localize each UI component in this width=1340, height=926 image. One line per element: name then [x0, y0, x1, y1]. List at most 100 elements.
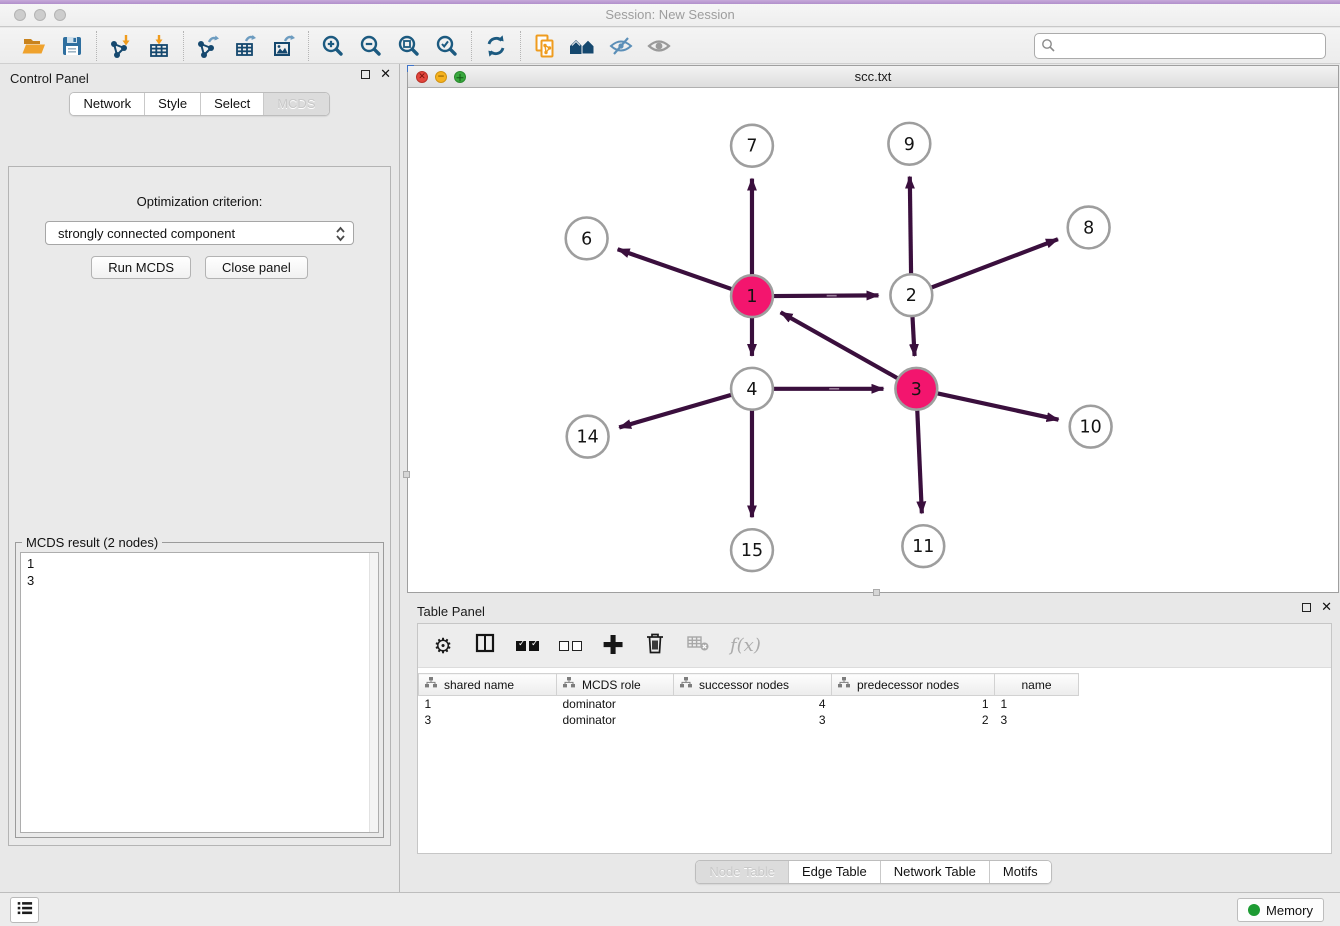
table-settings-button[interactable]: ⚙ — [432, 633, 454, 659]
export-table-button[interactable] — [231, 31, 261, 61]
deselect-all-button[interactable] — [559, 633, 582, 659]
tab-motifs[interactable]: Motifs — [989, 861, 1051, 883]
search-field — [1034, 33, 1326, 59]
main-toolbar — [0, 28, 1340, 64]
edge-1-2[interactable] — [771, 295, 879, 296]
cell-name[interactable]: 3 — [995, 712, 1079, 728]
cell-name[interactable]: 1 — [995, 696, 1079, 712]
graph-node-11[interactable]: 11 — [902, 525, 944, 567]
tab-node-table[interactable]: Node Table — [696, 861, 788, 883]
column-header-name[interactable]: name — [995, 674, 1079, 696]
close-panel-icon[interactable]: ✕ — [380, 70, 391, 79]
cell-predecessor-nodes[interactable]: 2 — [832, 712, 995, 728]
copy-network-button[interactable] — [530, 31, 560, 61]
graph-node-15[interactable]: 15 — [731, 529, 773, 571]
graph-node-14[interactable]: 14 — [567, 416, 609, 458]
result-scrollbar[interactable] — [369, 553, 378, 832]
tab-style[interactable]: Style — [144, 93, 200, 115]
criterion-select[interactable]: strongly connected component — [45, 221, 354, 245]
column-header-successor-nodes[interactable]: successor nodes — [674, 674, 832, 696]
graph-node-2[interactable]: 2 — [890, 274, 932, 316]
graph-node-4[interactable]: 4 — [731, 368, 773, 410]
window-title: Session: New Session — [0, 7, 1340, 22]
column-header-shared-name[interactable]: shared name — [419, 674, 557, 696]
import-network-button[interactable] — [106, 31, 136, 61]
zoom-out-button[interactable] — [356, 31, 386, 61]
graph-node-3[interactable]: 3 — [895, 368, 937, 410]
svg-text:6: 6 — [581, 229, 592, 249]
graph-node-6[interactable]: 6 — [566, 217, 608, 259]
select-all-button[interactable] — [516, 633, 539, 659]
edge-3-1[interactable] — [781, 312, 900, 379]
network-view-window: ✕ − ＋ scc.txt 7968124314101511 — [407, 65, 1339, 593]
svg-text:14: 14 — [577, 428, 599, 448]
edge-4-14[interactable] — [619, 394, 734, 427]
run-mcds-button[interactable]: Run MCDS — [91, 256, 191, 279]
cell-successor-nodes[interactable]: 3 — [674, 712, 832, 728]
split-panel-button[interactable] — [474, 633, 496, 659]
task-history-button[interactable] — [10, 897, 39, 923]
mcds-result-area[interactable]: 13 — [20, 552, 379, 833]
edge-2-3[interactable] — [912, 314, 914, 356]
table-panel-body: ⚙ ✚ f(x) shared nameMCDS rolesuccessor n… — [417, 623, 1332, 854]
cell-mcds-role[interactable]: dominator — [557, 712, 674, 728]
export-network-button[interactable] — [193, 31, 223, 61]
cell-mcds-role[interactable]: dominator — [557, 696, 674, 712]
tab-mcds[interactable]: MCDS — [263, 93, 328, 115]
table-row[interactable]: 3dominator323 — [419, 712, 1079, 728]
network-canvas[interactable]: 7 9 6 8 1 2 4 3 14 10 15 11 — [408, 88, 1338, 592]
float-table-panel-icon[interactable] — [1302, 603, 1311, 612]
delete-table-button[interactable] — [686, 633, 710, 659]
export-image-button[interactable] — [269, 31, 299, 61]
table-row[interactable]: 1dominator411 — [419, 696, 1079, 712]
apply-layout-button[interactable] — [481, 31, 511, 61]
delete-table-icon — [686, 633, 710, 658]
memory-button[interactable]: Memory — [1237, 898, 1324, 922]
svg-text:3: 3 — [911, 380, 922, 400]
graph-node-8[interactable]: 8 — [1068, 207, 1110, 249]
edge-2-8[interactable] — [929, 239, 1058, 288]
splitter-grip[interactable] — [403, 471, 410, 478]
edge-1-6[interactable] — [618, 249, 734, 290]
apply-function-button[interactable]: f(x) — [730, 633, 761, 659]
graph-node-10[interactable]: 10 — [1070, 406, 1112, 448]
mcds-panel: Optimization criterion: strongly connect… — [8, 166, 391, 846]
mcds-result-title: MCDS result (2 nodes) — [22, 535, 162, 550]
show-panel-button[interactable] — [644, 31, 674, 61]
tab-select[interactable]: Select — [200, 93, 263, 115]
status-bar: Memory — [0, 892, 1340, 926]
save-session-button[interactable] — [57, 31, 87, 61]
tab-network-table[interactable]: Network Table — [880, 861, 989, 883]
cell-predecessor-nodes[interactable]: 1 — [832, 696, 995, 712]
close-panel-button[interactable]: Close panel — [205, 256, 308, 279]
add-column-button[interactable]: ✚ — [602, 633, 624, 659]
network-home-button[interactable] — [568, 31, 598, 61]
edge-2-9[interactable] — [910, 177, 911, 277]
cell-successor-nodes[interactable]: 4 — [674, 696, 832, 712]
cell-shared-name[interactable]: 3 — [419, 712, 557, 728]
import-table-button[interactable] — [144, 31, 174, 61]
graph-node-9[interactable]: 9 — [888, 123, 930, 165]
svg-text:8: 8 — [1083, 218, 1094, 238]
table-tabs: Node TableEdge TableNetwork TableMotifs — [695, 860, 1051, 884]
close-table-panel-icon[interactable]: ✕ — [1321, 603, 1332, 612]
graph-node-7[interactable]: 7 — [731, 125, 773, 167]
zoom-in-button[interactable] — [318, 31, 348, 61]
column-header-predecessor-nodes[interactable]: predecessor nodes — [832, 674, 995, 696]
tab-edge-table[interactable]: Edge Table — [788, 861, 880, 883]
delete-column-button[interactable] — [644, 633, 666, 659]
tab-network[interactable]: Network — [70, 93, 144, 115]
edge-3-10[interactable] — [935, 393, 1059, 420]
float-panel-icon[interactable] — [361, 70, 370, 79]
edge-3-11[interactable] — [917, 408, 922, 514]
column-header-mcds-role[interactable]: MCDS role — [557, 674, 674, 696]
canvas-resize-grip[interactable] — [873, 589, 880, 596]
cell-shared-name[interactable]: 1 — [419, 696, 557, 712]
hide-panel-button[interactable] — [606, 31, 636, 61]
zoom-selected-button[interactable] — [432, 31, 462, 61]
graph-node-1[interactable]: 1 — [731, 275, 773, 317]
open-file-button[interactable] — [19, 31, 49, 61]
zoom-fit-button[interactable] — [394, 31, 424, 61]
select-stepper-icon — [334, 225, 347, 246]
search-input[interactable] — [1034, 33, 1326, 59]
